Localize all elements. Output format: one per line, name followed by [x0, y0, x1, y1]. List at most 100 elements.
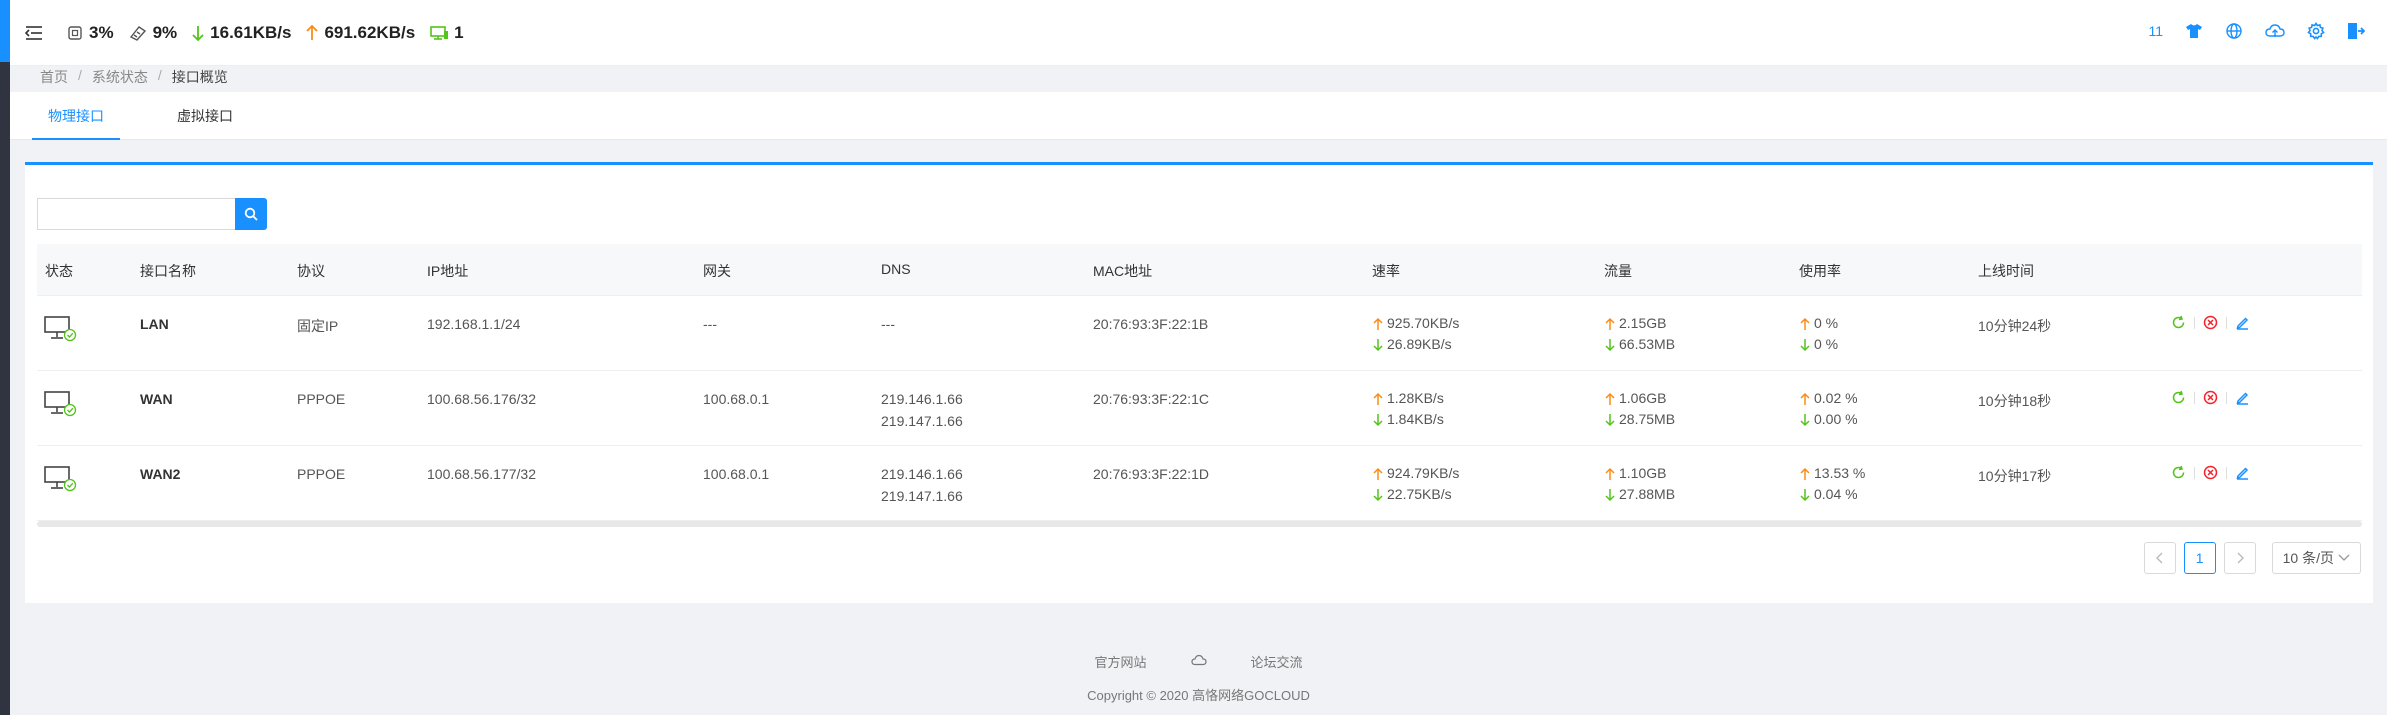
arrow-down-icon [1800, 338, 1810, 351]
interface-usage: 0 % 0 % [1799, 313, 1838, 355]
logout-icon[interactable] [2347, 22, 2365, 40]
delete-icon[interactable] [2203, 390, 2218, 405]
arrow-up-icon [1605, 392, 1615, 405]
top-right-toolbar: 11 [2126, 0, 2365, 62]
rate-up: 924.79KB/s [1387, 465, 1460, 481]
copyright: Copyright © 2020 高恪网络GOCLOUD [1087, 688, 1310, 703]
table-horizontal-scrollbar[interactable] [37, 521, 2362, 527]
theme-shirt-icon[interactable] [2185, 23, 2203, 39]
interface-ip: 100.68.56.177/32 [427, 466, 536, 482]
interface-uptime: 10分钟17秒 [1978, 468, 2052, 484]
arrow-up-icon [1373, 392, 1383, 405]
cpu-icon [68, 25, 82, 40]
interface-uptime: 10分钟18秒 [1978, 393, 2052, 409]
edit-icon[interactable] [2235, 390, 2250, 405]
action-divider [2226, 391, 2227, 404]
rate-down: 1.84KB/s [1387, 411, 1444, 427]
notification-count[interactable]: 11 [2148, 23, 2163, 39]
search-icon [244, 207, 258, 221]
gear-icon[interactable] [2307, 22, 2325, 40]
memory-value: 9% [152, 22, 178, 42]
left-nav-strip [0, 0, 10, 715]
usage-down: 0.00 % [1814, 411, 1858, 427]
usage-up: 0 % [1814, 315, 1839, 331]
globe-icon[interactable] [2225, 22, 2243, 40]
interface-rate: 1.28KB/s 1.84KB/s [1372, 388, 1444, 430]
nav-accent [0, 0, 10, 62]
refresh-icon[interactable] [2171, 465, 2186, 480]
interface-name: WAN [140, 391, 173, 407]
delete-icon[interactable] [2203, 315, 2218, 330]
edit-icon[interactable] [2235, 465, 2250, 480]
search-input[interactable] [37, 198, 235, 230]
interface-protocol: PPPOE [297, 466, 346, 482]
action-divider [2194, 466, 2195, 479]
col-name: 接口名称 [140, 263, 196, 279]
action-divider [2194, 391, 2195, 404]
usage-down: 0 % [1814, 336, 1839, 352]
cloud-icon[interactable] [1190, 654, 1207, 669]
chevron-left-icon [2155, 552, 2163, 564]
interface-online-icon [43, 464, 77, 497]
menu-toggle-icon[interactable] [22, 21, 46, 45]
table-row: WAN PPPOE 100.68.56.176/32 100.68.0.1 21… [37, 371, 2362, 446]
official-site-link[interactable]: 官方网站 [1094, 652, 1146, 671]
refresh-icon[interactable] [2171, 390, 2186, 405]
row-actions [2171, 390, 2250, 405]
col-flow: 流量 [1604, 263, 1632, 279]
delete-icon[interactable] [2203, 465, 2218, 480]
table-header: 状态 接口名称 协议 IP地址 网关 DNS MAC地址 速率 流量 使用率 上… [37, 244, 2362, 296]
flow-up: 1.10GB [1619, 465, 1667, 481]
footer: 官方网站 论坛交流 Copyright © 2020 高恪网络GOCLOUD [10, 652, 2387, 704]
interface-gateway: 100.68.0.1 [703, 391, 770, 407]
breadcrumb-current: 接口概览 [171, 69, 228, 85]
edit-icon[interactable] [2235, 315, 2250, 330]
prev-page-button[interactable] [2143, 542, 2176, 574]
cpu-value: 3% [89, 22, 114, 42]
tab-physical-interfaces[interactable]: 物理接口 [32, 92, 120, 140]
upload-stat: 691.62KB/s [305, 23, 415, 43]
pagination: 1 10 条/页 [2136, 542, 2361, 574]
row-actions [2171, 315, 2250, 330]
breadcrumb-system-status[interactable]: 系统状态 [92, 67, 148, 87]
forum-link[interactable]: 论坛交流 [1251, 652, 1303, 671]
breadcrumb-home[interactable]: 首页 [40, 67, 68, 87]
action-divider [2226, 466, 2227, 479]
search-box [37, 198, 267, 230]
usage-down: 0.04 % [1814, 486, 1858, 502]
interface-mac: 20:76:93:3F:22:1B [1093, 316, 1209, 332]
interface-dns-primary: --- [881, 316, 895, 332]
col-ip: IP地址 [427, 263, 469, 279]
arrow-up-icon [1373, 317, 1383, 330]
arrow-up-icon [1373, 467, 1383, 480]
table-row: LAN 固定IP 192.168.1.1/24 --- --- 20:76:93… [37, 296, 2362, 371]
upload-value: 691.62KB/s [324, 22, 416, 42]
arrow-down-icon [1605, 338, 1615, 351]
col-dns: DNS [881, 261, 911, 277]
interface-flow: 1.10GB 27.88MB [1604, 463, 1675, 505]
search-button[interactable] [235, 198, 267, 230]
system-stats: 3% 9% 16.61KB/s 691.62KB/s 1 [66, 23, 478, 43]
interface-online-icon [43, 389, 77, 422]
usage-up: 13.53 % [1814, 465, 1866, 481]
arrow-down-icon [192, 25, 204, 41]
row-actions [2171, 465, 2250, 480]
cloud-upload-icon[interactable] [2265, 23, 2285, 39]
page-size-select[interactable]: 10 条/页 [2271, 542, 2361, 574]
interface-dns-secondary: 219.147.1.66 [881, 413, 963, 429]
arrow-down-icon [1800, 413, 1810, 426]
arrow-down-icon [1800, 488, 1810, 501]
devices-value: 1 [454, 22, 464, 42]
interface-name: WAN2 [140, 466, 181, 482]
action-divider [2226, 316, 2227, 329]
flow-down: 27.88MB [1619, 486, 1676, 502]
next-page-button[interactable] [2223, 542, 2256, 574]
rate-up: 1.28KB/s [1387, 390, 1444, 406]
tab-virtual-interfaces[interactable]: 虚拟接口 [160, 92, 250, 140]
col-gateway: 网关 [703, 263, 731, 279]
interface-protocol: PPPOE [297, 391, 346, 407]
refresh-icon[interactable] [2171, 315, 2186, 330]
interface-mac: 20:76:93:3F:22:1C [1093, 391, 1209, 407]
interface-ip: 192.168.1.1/24 [427, 316, 521, 332]
page-number-button[interactable]: 1 [2183, 542, 2216, 574]
